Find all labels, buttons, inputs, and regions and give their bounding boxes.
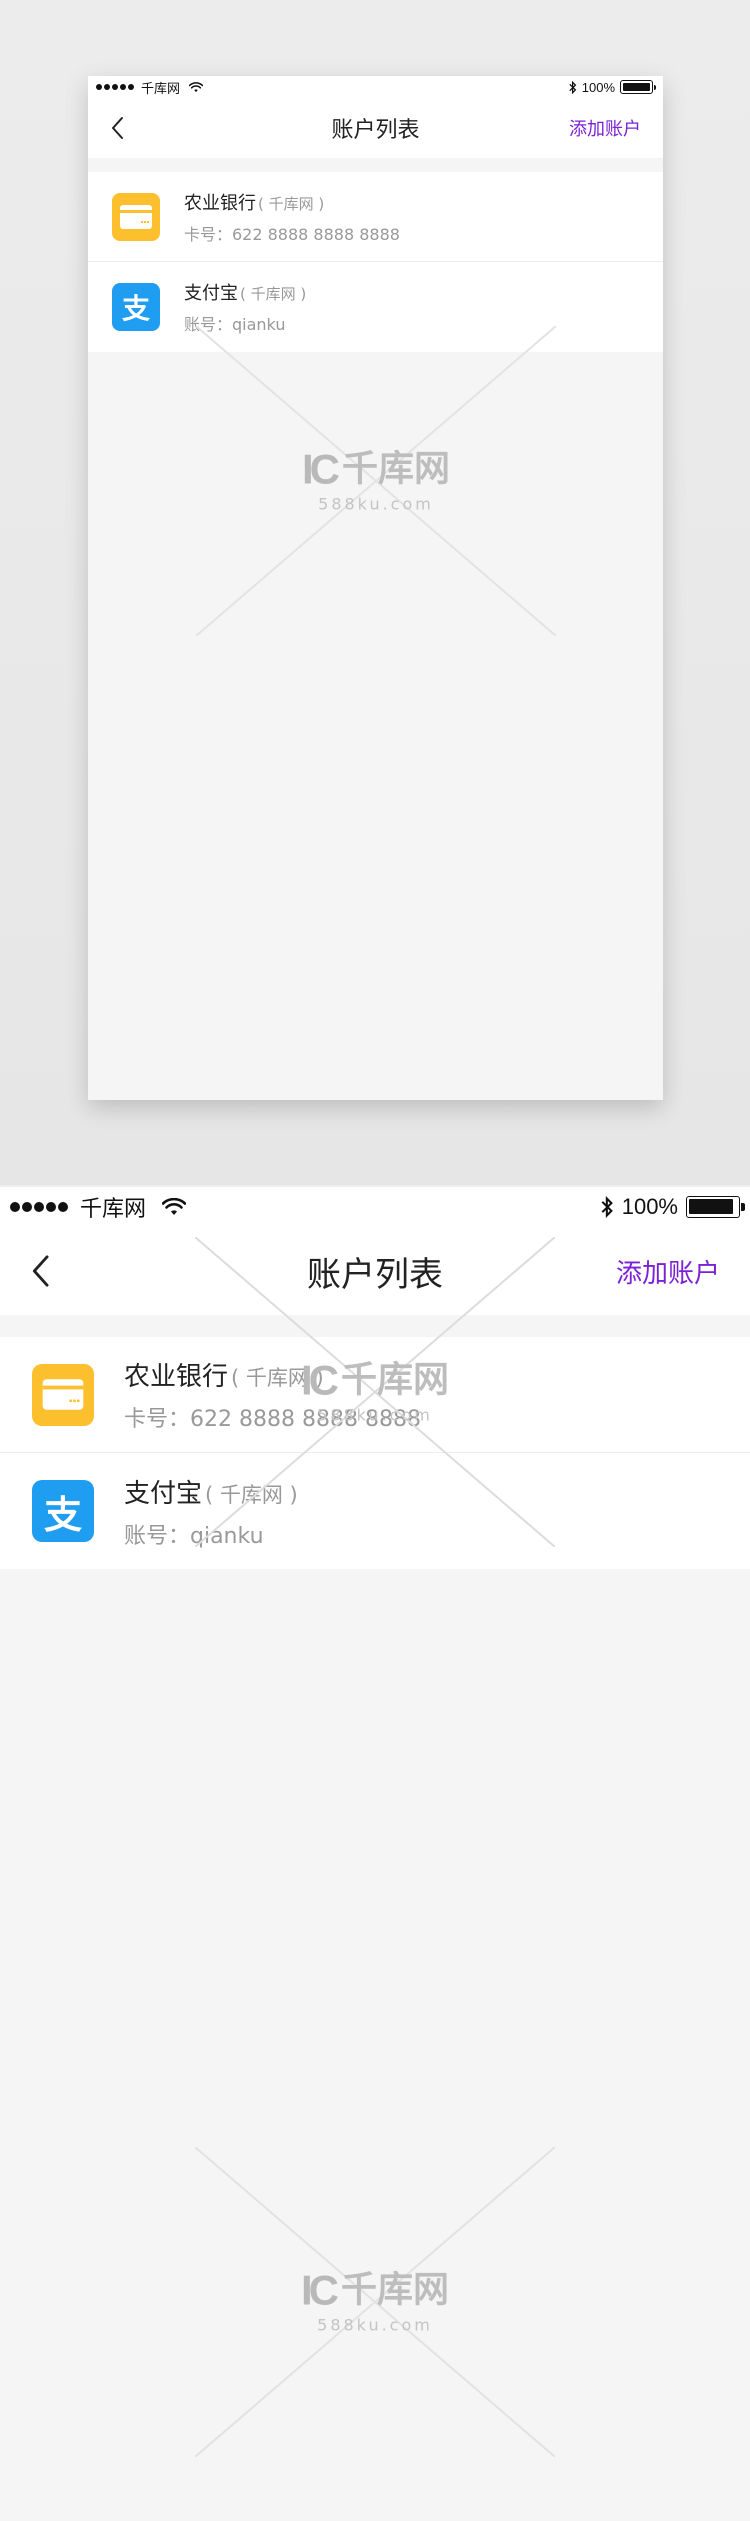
carrier-name: 千库网 [141, 80, 181, 96]
account-list: 农业银行 ( 千库网 ) 卡号：622 8888 8888 8888 支 支付宝… [88, 172, 663, 352]
status-bar: 千库网 100% [0, 1187, 750, 1227]
wifi-icon [189, 81, 204, 92]
watermark-brand: 千库网 [340, 2269, 450, 2311]
signal-dots-icon [96, 84, 134, 90]
section-gap [0, 1315, 750, 1337]
navigation-bar: 账户列表 添加账户 [0, 1227, 750, 1315]
bluetooth-icon [601, 1196, 613, 1218]
back-arrow-icon[interactable] [110, 116, 124, 140]
carrier-name: 千库网 [80, 1196, 147, 1221]
page-title: 账户列表 [307, 1254, 443, 1295]
account-tag: ( 千库网 ) [258, 194, 325, 213]
watermark-mark: IC [301, 445, 340, 493]
battery-percent: 100% [621, 1194, 678, 1219]
account-list: 农业银行 ( 千库网 ) 卡号：622 8888 8888 8888 支 支付宝… [0, 1337, 750, 1569]
status-bar: 千库网 100% [88, 76, 663, 98]
phone-preview: 千库网 100% 账户列表 添加账户 农业银行 ( 千库网 ) 卡号：622 8… [88, 76, 663, 1100]
account-number: 卡号：622 8888 8888 8888 [124, 1407, 421, 1432]
section-gap [88, 158, 663, 172]
back-arrow-icon[interactable] [30, 1254, 50, 1288]
account-number: 卡号：622 8888 8888 8888 [184, 224, 400, 244]
watermark: IC 千库网 588ku.com [195, 2147, 555, 2457]
watermark-domain: 588ku.com [318, 494, 434, 514]
account-tag: ( 千库网 ) [240, 285, 307, 303]
account-item-alipay[interactable]: 支 支付宝 ( 千库网 ) 账号：qianku [88, 262, 663, 352]
account-id: 账号：qianku [124, 1523, 264, 1549]
account-item-bank[interactable]: 农业银行 ( 千库网 ) 卡号：622 8888 8888 8888 [88, 172, 663, 262]
alipay-icon: 支 [112, 283, 160, 331]
watermark-brand: 千库网 [341, 448, 451, 490]
bank-card-icon [112, 192, 160, 241]
battery-percent: 100% [581, 79, 615, 95]
watermark-mark: IC [300, 2266, 339, 2314]
account-name: 支付宝 [184, 283, 238, 304]
bank-card-icon [32, 1363, 94, 1426]
navigation-bar: 账户列表 添加账户 [88, 98, 663, 158]
bluetooth-icon [569, 80, 577, 94]
account-name: 农业银行 [184, 192, 256, 214]
battery-icon [620, 80, 656, 94]
add-account-button[interactable]: 添加账户 [616, 1253, 720, 1290]
account-id: 账号：qianku [184, 315, 286, 334]
alipay-icon: 支 [32, 1480, 94, 1542]
wifi-icon [162, 1198, 187, 1215]
page-title: 账户列表 [331, 118, 420, 143]
watermark: IC 千库网 588ku.com [196, 326, 556, 636]
signal-dots-icon [10, 1202, 68, 1212]
full-screen: 千库网 100% 账户列表 添加账户 农业银行 ( 千库网 ) 卡号：622 8… [0, 1187, 750, 2521]
account-name: 农业银行 [124, 1362, 229, 1392]
account-tag: ( 千库网 ) [205, 1482, 298, 1507]
watermark-domain: 588ku.com [317, 2315, 433, 2335]
battery-icon [686, 1196, 745, 1218]
account-tag: ( 千库网 ) [231, 1366, 324, 1390]
account-item-alipay[interactable]: 支 支付宝 ( 千库网 ) 账号：qianku [0, 1453, 750, 1569]
account-name: 支付宝 [124, 1478, 203, 1509]
account-item-bank[interactable]: 农业银行 ( 千库网 ) 卡号：622 8888 8888 8888 [0, 1337, 750, 1453]
add-account-button[interactable]: 添加账户 [569, 115, 641, 141]
